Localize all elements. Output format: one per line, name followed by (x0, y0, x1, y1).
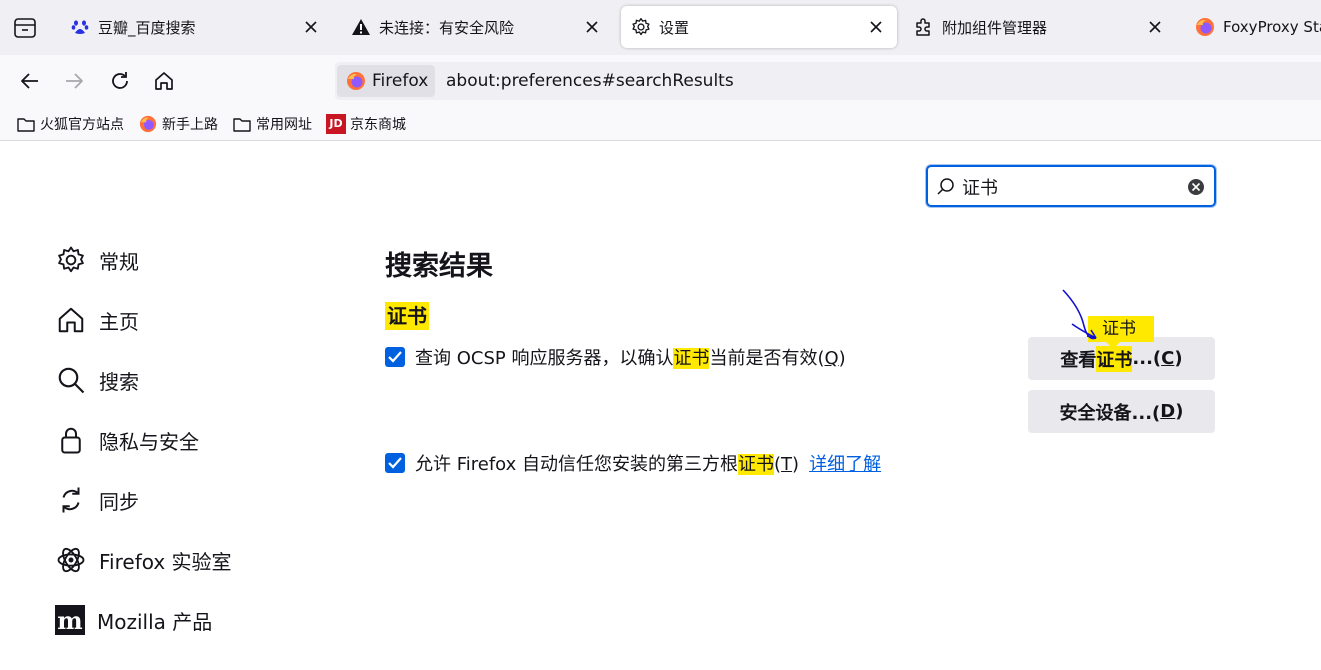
labs-icon (55, 544, 87, 576)
search-icon (55, 364, 87, 396)
url-bar[interactable]: Firefox about:preferences#searchResults (335, 62, 1321, 100)
sidebar-item-mozilla-products[interactable]: m Mozilla 产品 (55, 600, 212, 640)
gear-icon (631, 17, 651, 37)
tab-strip: 豆瓣_百度搜索 未连接：有安全风险 设置 附加组件管理器 FoxyProxy S… (0, 0, 1321, 55)
third-party-roots-label: 允许 Firefox 自动信任您安装的第三方根证书(T) (415, 454, 800, 475)
close-tab-icon[interactable] (581, 16, 603, 38)
close-tab-icon[interactable] (865, 16, 887, 38)
url-text[interactable]: about:preferences#searchResults (446, 71, 734, 91)
learn-more-link[interactable]: 详细了解 (809, 450, 881, 476)
close-tab-icon[interactable] (300, 16, 322, 38)
close-tab-icon[interactable] (1144, 16, 1166, 38)
third-party-roots-checkbox-row[interactable]: 允许 Firefox 自动信任您安装的第三方根证书(T) 详细了解 (385, 450, 881, 476)
back-button[interactable] (17, 68, 43, 94)
tab-addons-manager[interactable]: 附加组件管理器 (904, 6, 1176, 48)
tab-foxyproxy[interactable]: FoxyProxy Stan (1185, 6, 1321, 48)
search-results-title: 搜索结果 (385, 251, 493, 282)
home-button[interactable] (151, 68, 177, 94)
certificates-heading: 证书 (385, 302, 429, 330)
firefox-icon (1195, 17, 1215, 37)
lock-icon (55, 424, 87, 456)
tab-insecure-connection[interactable]: 未连接：有安全风险 (341, 6, 613, 48)
gear-icon (55, 244, 87, 276)
forward-button[interactable] (61, 68, 87, 94)
ocsp-checkbox[interactable] (385, 347, 405, 367)
settings-search-input[interactable] (962, 174, 1172, 200)
baidu-paw-icon (70, 17, 90, 37)
sidebar-item-firefox-labs[interactable]: Firefox 实验室 (55, 540, 232, 580)
bookmark-jd[interactable]: JD 京东商城 (326, 113, 406, 134)
sidebar-item-general[interactable]: 常规 (55, 240, 139, 280)
navigation-toolbar: Firefox about:preferences#searchResults (0, 55, 1321, 107)
identity-label: Firefox (372, 71, 429, 91)
reload-button[interactable] (107, 68, 133, 94)
mozilla-icon: m (55, 605, 85, 635)
firefox-icon (138, 114, 158, 134)
identity-box[interactable]: Firefox (337, 65, 435, 97)
tab-settings[interactable]: 设置 (621, 6, 897, 48)
puzzle-icon (914, 17, 934, 37)
sidebar-item-sync[interactable]: 同步 (55, 480, 139, 520)
ocsp-label: 查询 OCSP 响应服务器，以确认证书当前是否有效(Q) (415, 348, 846, 369)
search-icon (936, 177, 956, 197)
folder-icon (232, 114, 252, 134)
bookmark-firefox-official[interactable]: 火狐官方站点 (16, 114, 124, 134)
tab-douban-search[interactable]: 豆瓣_百度搜索 (60, 6, 332, 48)
clear-search-icon[interactable] (1186, 177, 1206, 197)
folder-icon (16, 114, 36, 134)
sidebar-item-privacy-security[interactable]: 隐私与安全 (55, 420, 199, 460)
tab-list-icon[interactable] (12, 16, 38, 40)
warning-icon (351, 17, 371, 37)
third-party-roots-checkbox[interactable] (385, 453, 405, 473)
settings-search-box[interactable] (926, 165, 1216, 207)
bookmark-getting-started[interactable]: 新手上路 (138, 114, 218, 134)
bookmark-common-sites[interactable]: 常用网址 (232, 114, 312, 134)
jd-icon: JD (326, 113, 346, 134)
ocsp-checkbox-row[interactable]: 查询 OCSP 响应服务器，以确认证书当前是否有效(Q) (385, 344, 846, 370)
firefox-icon (346, 71, 366, 91)
bookmarks-toolbar: 火狐官方站点 新手上路 常用网址 JD 京东商城 (0, 107, 1321, 141)
home-icon (55, 304, 87, 336)
annotation-arrow (1062, 289, 1097, 340)
view-certificates-button[interactable]: 查看 证书 ...(C) (1028, 337, 1215, 380)
sidebar-item-search[interactable]: 搜索 (55, 360, 139, 400)
security-devices-button[interactable]: 安全设备...(D) (1028, 390, 1215, 433)
sidebar-item-home[interactable]: 主页 (55, 300, 139, 340)
sync-icon (55, 484, 87, 516)
